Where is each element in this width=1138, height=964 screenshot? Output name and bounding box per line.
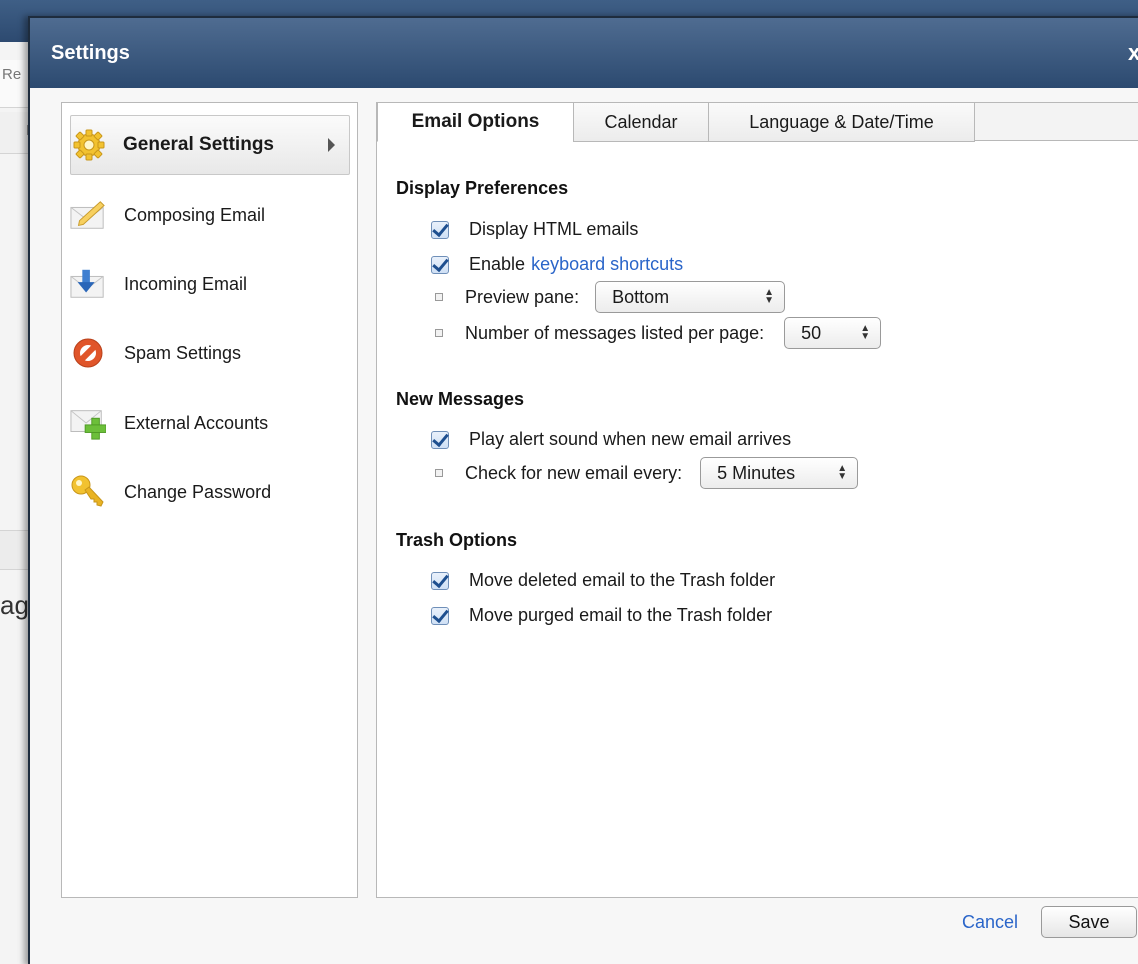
preview-pane-select[interactable]: Bottom ▲ ▼ [595, 281, 786, 313]
prohibited-icon [70, 335, 106, 371]
bullet-icon [435, 293, 443, 301]
messages-per-page-option: Number of messages listed per page: 50 ▲… [431, 317, 882, 349]
move-purged-checkbox[interactable] [431, 606, 449, 625]
download-arrow-icon [70, 266, 106, 302]
save-button[interactable]: Save [1041, 906, 1137, 938]
pencil-icon [70, 197, 106, 233]
sidebar-item-composing-email[interactable]: Composing Email [70, 185, 350, 245]
sidebar-item-label: Composing Email [124, 204, 266, 225]
sidebar-item-spam-settings[interactable]: Spam Settings [70, 323, 350, 383]
gear-icon [71, 127, 107, 163]
move-purged-label: Move purged email to the Trash folder [469, 605, 773, 625]
move-deleted-label: Move deleted email to the Trash folder [469, 570, 776, 590]
envelope-plus-icon [70, 405, 106, 441]
bullet-icon [435, 469, 443, 477]
move-deleted-option: Move deleted email to the Trash folder [431, 570, 775, 591]
chevron-right-icon [328, 138, 335, 152]
section-title-new-messages: New Messages [396, 389, 525, 409]
check-email-option: Check for new email every: 5 Minutes ▲ ▼ [431, 457, 859, 489]
move-purged-option: Move purged email to the Trash folder [431, 605, 772, 626]
sidebar-item-change-password[interactable]: Change Password [70, 462, 350, 522]
select-arrows-icon: ▲ ▼ [764, 287, 775, 306]
preview-pane-option: Preview pane: Bottom ▲ ▼ [431, 281, 786, 313]
sidebar-item-label: Incoming Email [124, 273, 248, 294]
dialog-header: Settings x [30, 18, 1138, 88]
tab-language-date-time[interactable]: Language & Date/Time [708, 103, 975, 142]
close-icon[interactable]: x [1128, 40, 1138, 66]
background-row-text: Re [2, 66, 22, 83]
check-email-label: Check for new email every: [465, 462, 683, 483]
background-row-text: ag [0, 590, 29, 620]
cancel-button[interactable]: Cancel [962, 912, 1018, 933]
display-html-label: Display HTML emails [469, 219, 639, 239]
play-alert-option: Play alert sound when new email arrives [431, 429, 791, 450]
settings-dialog: Settings x General Settings Composing Em… [28, 16, 1138, 964]
sidebar-item-general-settings[interactable]: General Settings [70, 115, 350, 175]
bullet-icon [435, 329, 443, 337]
keyboard-shortcuts-link[interactable]: keyboard shortcuts [531, 254, 683, 275]
tab-bar: Email Options Calendar Language & Date/T… [377, 103, 1138, 142]
sidebar-item-label: Spam Settings [124, 342, 242, 363]
settings-sidebar: General Settings Composing Email Incomin… [61, 102, 358, 898]
tab-email-options[interactable]: Email Options [377, 103, 574, 142]
tab-calendar[interactable]: Calendar [573, 103, 709, 142]
preview-pane-label: Preview pane: [465, 286, 580, 307]
display-html-option: Display HTML emails [431, 219, 638, 240]
key-icon [70, 474, 106, 510]
sidebar-item-label: General Settings [123, 134, 274, 155]
messages-per-page-value: 50 [801, 322, 822, 343]
display-html-checkbox[interactable] [431, 220, 449, 239]
preview-pane-value: Bottom [612, 286, 670, 307]
play-alert-label: Play alert sound when new email arrives [469, 429, 792, 449]
check-email-interval-select[interactable]: 5 Minutes ▲ ▼ [700, 457, 859, 489]
section-title-display-preferences: Display Preferences [396, 178, 569, 198]
move-deleted-checkbox[interactable] [431, 571, 449, 590]
messages-per-page-select[interactable]: 50 ▲ ▼ [784, 317, 882, 349]
check-email-interval-value: 5 Minutes [717, 462, 796, 483]
play-alert-checkbox[interactable] [431, 430, 449, 449]
keyboard-shortcuts-option: Enable keyboard shortcuts [431, 254, 683, 275]
dialog-title: Settings [51, 42, 130, 64]
messages-per-page-label: Number of messages listed per page: [465, 322, 765, 343]
select-arrows-icon: ▲ ▼ [860, 323, 871, 342]
sidebar-item-external-accounts[interactable]: External Accounts [70, 393, 350, 453]
select-arrows-icon: ▲ ▼ [837, 463, 848, 482]
settings-content-panel: Email Options Calendar Language & Date/T… [376, 102, 1138, 898]
sidebar-item-incoming-email[interactable]: Incoming Email [70, 254, 350, 314]
keyboard-shortcuts-checkbox[interactable] [431, 255, 449, 274]
sidebar-item-label: External Accounts [124, 412, 269, 433]
section-title-trash-options: Trash Options [396, 530, 518, 550]
sidebar-item-label: Change Password [124, 481, 272, 502]
keyboard-shortcuts-label: Enable [469, 254, 526, 274]
